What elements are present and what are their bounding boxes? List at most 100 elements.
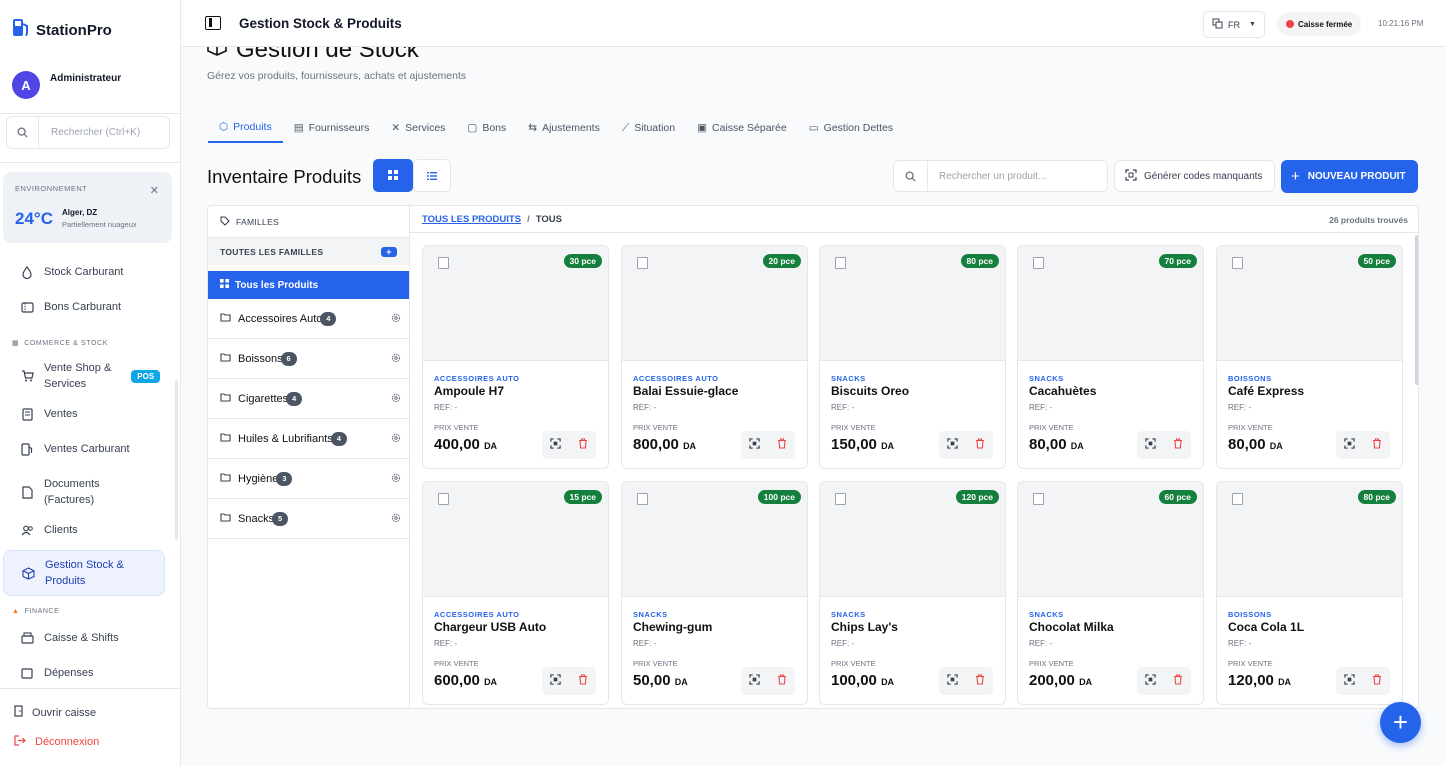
label-line: Services <box>44 378 87 390</box>
trash-icon[interactable] <box>975 436 985 454</box>
grid-view-button[interactable] <box>373 159 413 192</box>
tab-produits[interactable]: ⬡ Produits <box>208 113 283 143</box>
sidebar-item-stock-carburant[interactable]: Stock Carburant <box>3 265 165 279</box>
floating-add-button[interactable]: + <box>1380 702 1421 743</box>
breadcrumb-current: TOUS <box>535 213 562 225</box>
tab-caisse-separee[interactable]: ▣ Caisse Séparée <box>686 113 798 143</box>
sidebar-item-vente-shop[interactable]: Vente Shop & Services POS <box>3 359 165 393</box>
product-card[interactable]: 100 pce SNACKS Chewing-gum REF: - PRIX VENTE… <box>621 481 808 705</box>
gear-icon[interactable] <box>391 513 401 526</box>
breadcrumb-link[interactable]: TOUS LES PRODUITS <box>422 214 521 225</box>
trash-icon[interactable] <box>578 672 588 690</box>
broken-image-icon <box>835 257 846 269</box>
generate-codes-button[interactable]: Générer codes manquants <box>1114 160 1275 192</box>
gear-icon[interactable] <box>391 353 401 366</box>
add-family-button[interactable]: + <box>381 246 397 257</box>
trash-icon[interactable] <box>1372 672 1382 690</box>
product-card[interactable]: 20 pce ACCESSOIRES AUTO Balai Essuie-glace… <box>621 245 808 469</box>
logout-button[interactable]: Déconnexion <box>14 735 99 749</box>
label-line: Documents <box>44 478 100 490</box>
family-item[interactable]: Hygiène 3 <box>208 459 409 499</box>
product-name: Café Express <box>1228 384 1305 398</box>
barcode-scan-icon[interactable] <box>1145 672 1156 690</box>
product-search[interactable] <box>893 160 1108 192</box>
tab-fournisseurs[interactable]: ▤ Fournisseurs <box>283 113 381 143</box>
new-product-button[interactable]: + NOUVEAU PRODUIT <box>1281 160 1418 193</box>
section-label: FINANCE <box>24 608 60 615</box>
gear-icon[interactable] <box>391 393 401 406</box>
product-card[interactable]: 30 pce ACCESSOIRES AUTO Ampoule H7 REF: - PR… <box>422 245 609 469</box>
sidebar-item-bons-carburant[interactable]: Bons Carburant <box>3 300 165 314</box>
barcode-scan-icon[interactable] <box>947 672 958 690</box>
trash-icon[interactable] <box>975 672 985 690</box>
open-caisse-button[interactable]: Ouvrir caisse <box>14 705 96 720</box>
sidebar-item-ventes[interactable]: Ventes <box>3 407 165 421</box>
trash-icon[interactable] <box>578 436 588 454</box>
user-profile[interactable]: A Administrateur <box>12 71 121 99</box>
family-item[interactable]: Boissons 6 <box>208 339 409 379</box>
product-card[interactable]: 80 pce BOISSONS Coca Cola 1L REF: - PRIX VEN… <box>1216 481 1403 705</box>
barcode-scan-icon[interactable] <box>749 436 760 454</box>
family-item[interactable]: Huiles & Lubrifiants 4 <box>208 419 409 459</box>
product-card[interactable]: 50 pce BOISSONS Café Express REF: - PRIX VEN… <box>1216 245 1403 469</box>
sidebar-scrollbar[interactable] <box>175 380 178 540</box>
sidebar-search-input[interactable] <box>39 127 159 138</box>
caisse-status-label: Caisse fermée <box>1298 19 1353 29</box>
barcode-scan-icon[interactable] <box>1344 672 1355 690</box>
barcode-scan-icon[interactable] <box>550 436 561 454</box>
sidebar-search[interactable] <box>6 116 170 149</box>
product-card[interactable]: 15 pce ACCESSOIRES AUTO Chargeur USB Auto R… <box>422 481 609 705</box>
barcode-scan-icon[interactable] <box>550 672 561 690</box>
family-item[interactable]: Snacks 5 <box>208 499 409 539</box>
price-value: 80,00 <box>1029 436 1067 453</box>
folder-icon <box>220 312 231 325</box>
barcode-scan-icon[interactable] <box>1145 436 1156 454</box>
list-view-button[interactable] <box>413 159 451 192</box>
gear-icon[interactable] <box>391 433 401 446</box>
product-card[interactable]: 120 pce SNACKS Chips Lay's REF: - PRIX VENTE… <box>819 481 1006 705</box>
product-search-input[interactable] <box>928 170 1088 182</box>
ticket-icon <box>20 300 34 314</box>
family-name: Huiles & Lubrifiants <box>238 432 333 445</box>
product-card[interactable]: 80 pce SNACKS Biscuits Oreo REF: - PRIX VENT… <box>819 245 1006 469</box>
tab-ajustements[interactable]: ⇆ Ajustements <box>517 113 611 143</box>
product-ref: REF: - <box>831 403 855 412</box>
product-ref: REF: - <box>831 639 855 648</box>
tab-services[interactable]: ✕ Services <box>380 113 456 143</box>
trash-icon[interactable] <box>1173 436 1183 454</box>
gear-icon[interactable] <box>391 313 401 326</box>
sidebar-item-documents[interactable]: Documents (Factures) <box>3 475 165 509</box>
sidebar-item-ventes-carburant[interactable]: Ventes Carburant <box>3 442 165 456</box>
currency: DA <box>1269 441 1283 451</box>
family-item[interactable]: Accessoires Auto 4 <box>208 299 409 339</box>
sidebar-item-depenses[interactable]: Dépenses <box>3 666 165 680</box>
gear-icon[interactable] <box>391 473 401 486</box>
barcode-scan-icon[interactable] <box>749 672 760 690</box>
family-item[interactable]: Cigarettes 4 <box>208 379 409 419</box>
trash-icon[interactable] <box>1173 672 1183 690</box>
family-label: Tous les Produits <box>235 279 319 291</box>
barcode-scan-icon[interactable] <box>1344 436 1355 454</box>
product-card[interactable]: 70 pce SNACKS Cacahuètes REF: - PRIX VENTE 80… <box>1017 245 1204 469</box>
tab-bons[interactable]: ▢ Bons <box>456 113 517 143</box>
barcode-scan-icon[interactable] <box>947 436 958 454</box>
trash-icon[interactable] <box>777 436 787 454</box>
sidebar-toggle-icon[interactable] <box>205 16 221 30</box>
new-product-label: NOUVEAU PRODUIT <box>1307 171 1406 182</box>
family-all-products[interactable]: Tous les Produits <box>208 271 409 299</box>
product-card[interactable]: 60 pce SNACKS Chocolat Milka REF: - PRIX VEN… <box>1017 481 1204 705</box>
tab-situation[interactable]: ⟋ Situation <box>611 113 686 143</box>
trash-icon[interactable] <box>1372 436 1382 454</box>
grid-scrollbar[interactable] <box>1415 235 1418 385</box>
sidebar-item-caisse-shifts[interactable]: Caisse & Shifts <box>3 631 165 645</box>
sidebar-item-clients[interactable]: Clients <box>3 523 165 537</box>
all-families-row[interactable]: TOUTES LES FAMILLES + <box>208 238 409 265</box>
brand[interactable]: StationPro <box>12 18 112 43</box>
sidebar-item-gestion-stock[interactable]: Gestion Stock & Produits <box>3 550 165 596</box>
generate-codes-label: Générer codes manquants <box>1144 170 1263 182</box>
product-price: 50,00 DA <box>633 672 688 689</box>
tab-gestion-dettes[interactable]: ▭ Gestion Dettes <box>798 113 904 143</box>
close-icon[interactable]: ✕ <box>150 184 159 197</box>
language-select[interactable]: FR ▼ <box>1203 11 1265 38</box>
trash-icon[interactable] <box>777 672 787 690</box>
